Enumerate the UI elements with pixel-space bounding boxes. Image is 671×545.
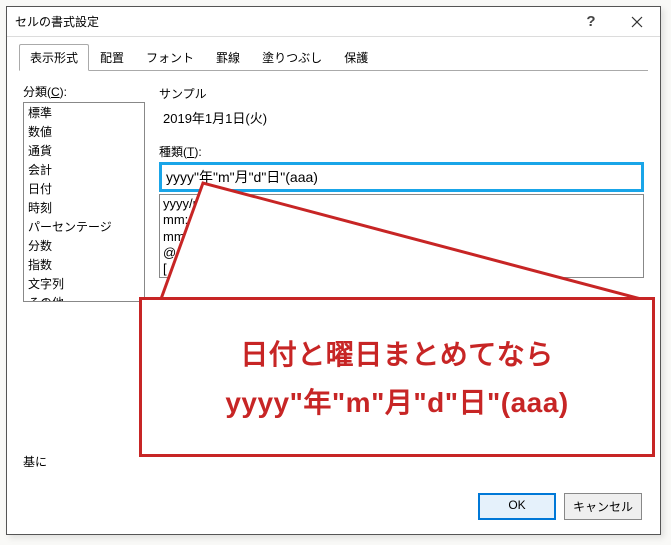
- tab-border[interactable]: 罫線: [205, 44, 251, 71]
- tab-font[interactable]: フォント: [135, 44, 205, 71]
- category-item[interactable]: 会計: [24, 160, 144, 179]
- sample-value: 2019年1月1日(火): [159, 108, 644, 127]
- help-icon: ?: [586, 13, 595, 30]
- sample-label: サンプル: [159, 85, 644, 102]
- category-item[interactable]: 日付: [24, 179, 144, 198]
- help-button[interactable]: ?: [568, 7, 614, 37]
- type-input[interactable]: yyyy"年"m"月"d"日"(aaa): [159, 162, 644, 192]
- type-list-item[interactable]: [: [163, 261, 640, 277]
- callout-line-2: yyyy"年"m"月"d"日"(aaa): [225, 381, 568, 421]
- category-item[interactable]: 分数: [24, 236, 144, 255]
- close-button[interactable]: [614, 7, 660, 37]
- category-item[interactable]: 数値: [24, 122, 144, 141]
- category-item[interactable]: 文字列: [24, 274, 144, 293]
- category-item[interactable]: パーセンテージ: [24, 217, 144, 236]
- titlebar: セルの書式設定 ?: [7, 7, 660, 37]
- tab-alignment[interactable]: 配置: [89, 44, 135, 71]
- category-item[interactable]: 時刻: [24, 198, 144, 217]
- category-label: 分類(C):: [23, 83, 145, 100]
- tab-bar: 表示形式 配置 フォント 罫線 塗りつぶし 保護: [7, 37, 660, 71]
- category-item[interactable]: 通貨: [24, 141, 144, 160]
- dialog-title: セルの書式設定: [7, 13, 568, 30]
- callout-line-1: 日付と曜日まとめてなら: [240, 333, 554, 373]
- dialog-buttons: OK キャンセル: [478, 493, 642, 520]
- tab-protection[interactable]: 保護: [333, 44, 379, 71]
- category-item[interactable]: その他: [24, 293, 144, 302]
- type-list-item[interactable]: mm: [163, 229, 640, 245]
- annotation-callout: 日付と曜日まとめてなら yyyy"年"m"月"d"日"(aaa): [139, 297, 655, 457]
- type-label: 種類(T):: [159, 143, 644, 160]
- category-item[interactable]: 標準: [24, 103, 144, 122]
- footer-hint: 基に: [23, 453, 47, 470]
- ok-button[interactable]: OK: [478, 493, 556, 520]
- tab-number-format[interactable]: 表示形式: [19, 44, 89, 71]
- format-cells-dialog: セルの書式設定 ? 表示形式 配置 フォント 罫線 塗りつぶし 保護 分類(C)…: [6, 6, 661, 535]
- category-listbox[interactable]: 標準数値通貨会計日付時刻パーセンテージ分数指数文字列その他ユーザー定義: [23, 102, 145, 302]
- type-list-item[interactable]: @: [163, 245, 640, 261]
- close-icon: [631, 16, 643, 28]
- category-item[interactable]: 指数: [24, 255, 144, 274]
- type-listbox[interactable]: yyyy/m/d h:mmmm:mm@[: [159, 194, 644, 278]
- type-list-item[interactable]: mm:: [163, 212, 640, 228]
- tab-fill[interactable]: 塗りつぶし: [251, 44, 333, 71]
- type-list-item[interactable]: yyyy/m/d h:mm: [163, 196, 640, 212]
- cancel-button[interactable]: キャンセル: [564, 493, 642, 520]
